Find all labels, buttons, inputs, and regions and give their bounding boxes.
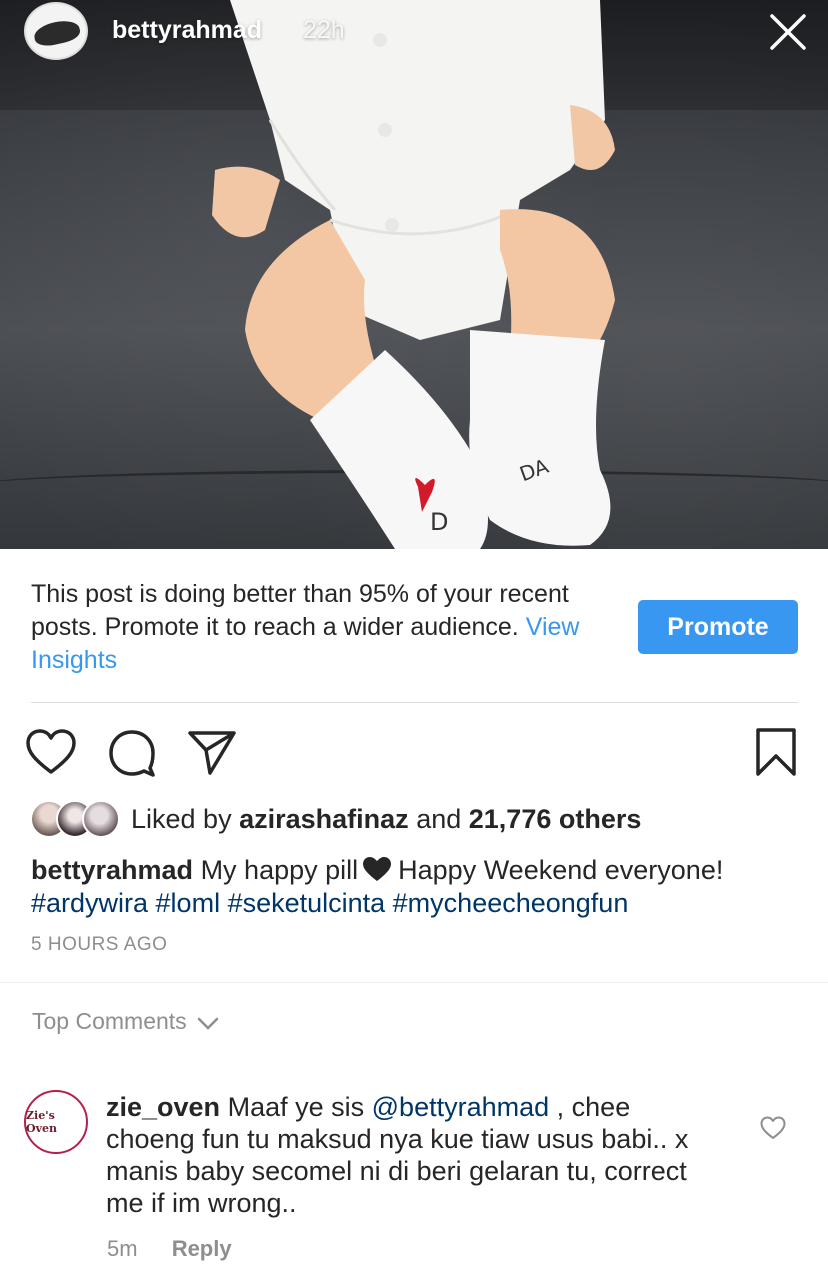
story-username[interactable]: bettyrahmad (112, 16, 262, 45)
divider (0, 982, 828, 983)
post-photo[interactable]: D DA (0, 0, 828, 549)
comment-icon[interactable] (106, 728, 158, 778)
comment-meta: 5m Reply (107, 1236, 232, 1262)
caption-hashtags[interactable]: #ardywira #loml #seketulcinta #mycheeche… (31, 888, 628, 918)
comment-time: 5m (107, 1236, 138, 1261)
likes-and: and (416, 804, 462, 834)
liker-avatars[interactable] (30, 800, 122, 840)
avatar[interactable] (24, 2, 88, 60)
top-comments-toggle[interactable]: Top Comments (32, 1008, 219, 1035)
close-icon[interactable] (766, 10, 810, 54)
story-header: bettyrahmad 22h (0, 0, 828, 70)
comment-username[interactable]: zie_oven (106, 1092, 220, 1122)
liker-username[interactable]: azirashafinaz (239, 804, 409, 834)
likes-prefix: Liked by (131, 804, 232, 834)
comment-text-start: Maaf ye sis (227, 1092, 365, 1122)
bookmark-icon[interactable] (752, 726, 800, 778)
heart-icon[interactable] (25, 728, 77, 776)
comment-mention[interactable]: @bettyrahmad (372, 1092, 550, 1122)
top-comments-label: Top Comments (32, 1008, 187, 1034)
divider (31, 702, 798, 703)
baby-illustration: D DA (212, 0, 615, 549)
likes-count[interactable]: 21,776 others (469, 804, 642, 834)
post-caption: bettyrahmad My happy pill Happy Weekend … (31, 854, 801, 920)
likes-line: Liked by azirashafinaz and 21,776 others (131, 804, 641, 835)
post-timestamp: 5 HOURS AGO (31, 934, 168, 955)
promote-button[interactable]: Promote (638, 600, 798, 654)
comment-body: zie_oven Maaf ye sis @bettyrahmad , chee… (106, 1091, 726, 1219)
chevron-down-icon (197, 1017, 218, 1030)
insights-message: This post is doing better than 95% of yo… (31, 578, 611, 677)
svg-text:D: D (430, 508, 448, 536)
story-time: 22h (303, 16, 345, 44)
caption-text-start: My happy pill (200, 855, 359, 885)
black-heart-icon (363, 857, 392, 881)
reply-button[interactable]: Reply (172, 1236, 232, 1261)
insights-text: This post is doing better than 95% of yo… (31, 580, 569, 641)
comment-heart-icon[interactable] (760, 1116, 786, 1140)
caption-text-end: Happy Weekend everyone! (398, 855, 724, 885)
share-icon[interactable] (186, 728, 238, 776)
caption-username[interactable]: bettyrahmad (31, 855, 193, 885)
comment-avatar[interactable]: Zie's Oven (24, 1090, 88, 1154)
liker-avatar (82, 800, 120, 838)
